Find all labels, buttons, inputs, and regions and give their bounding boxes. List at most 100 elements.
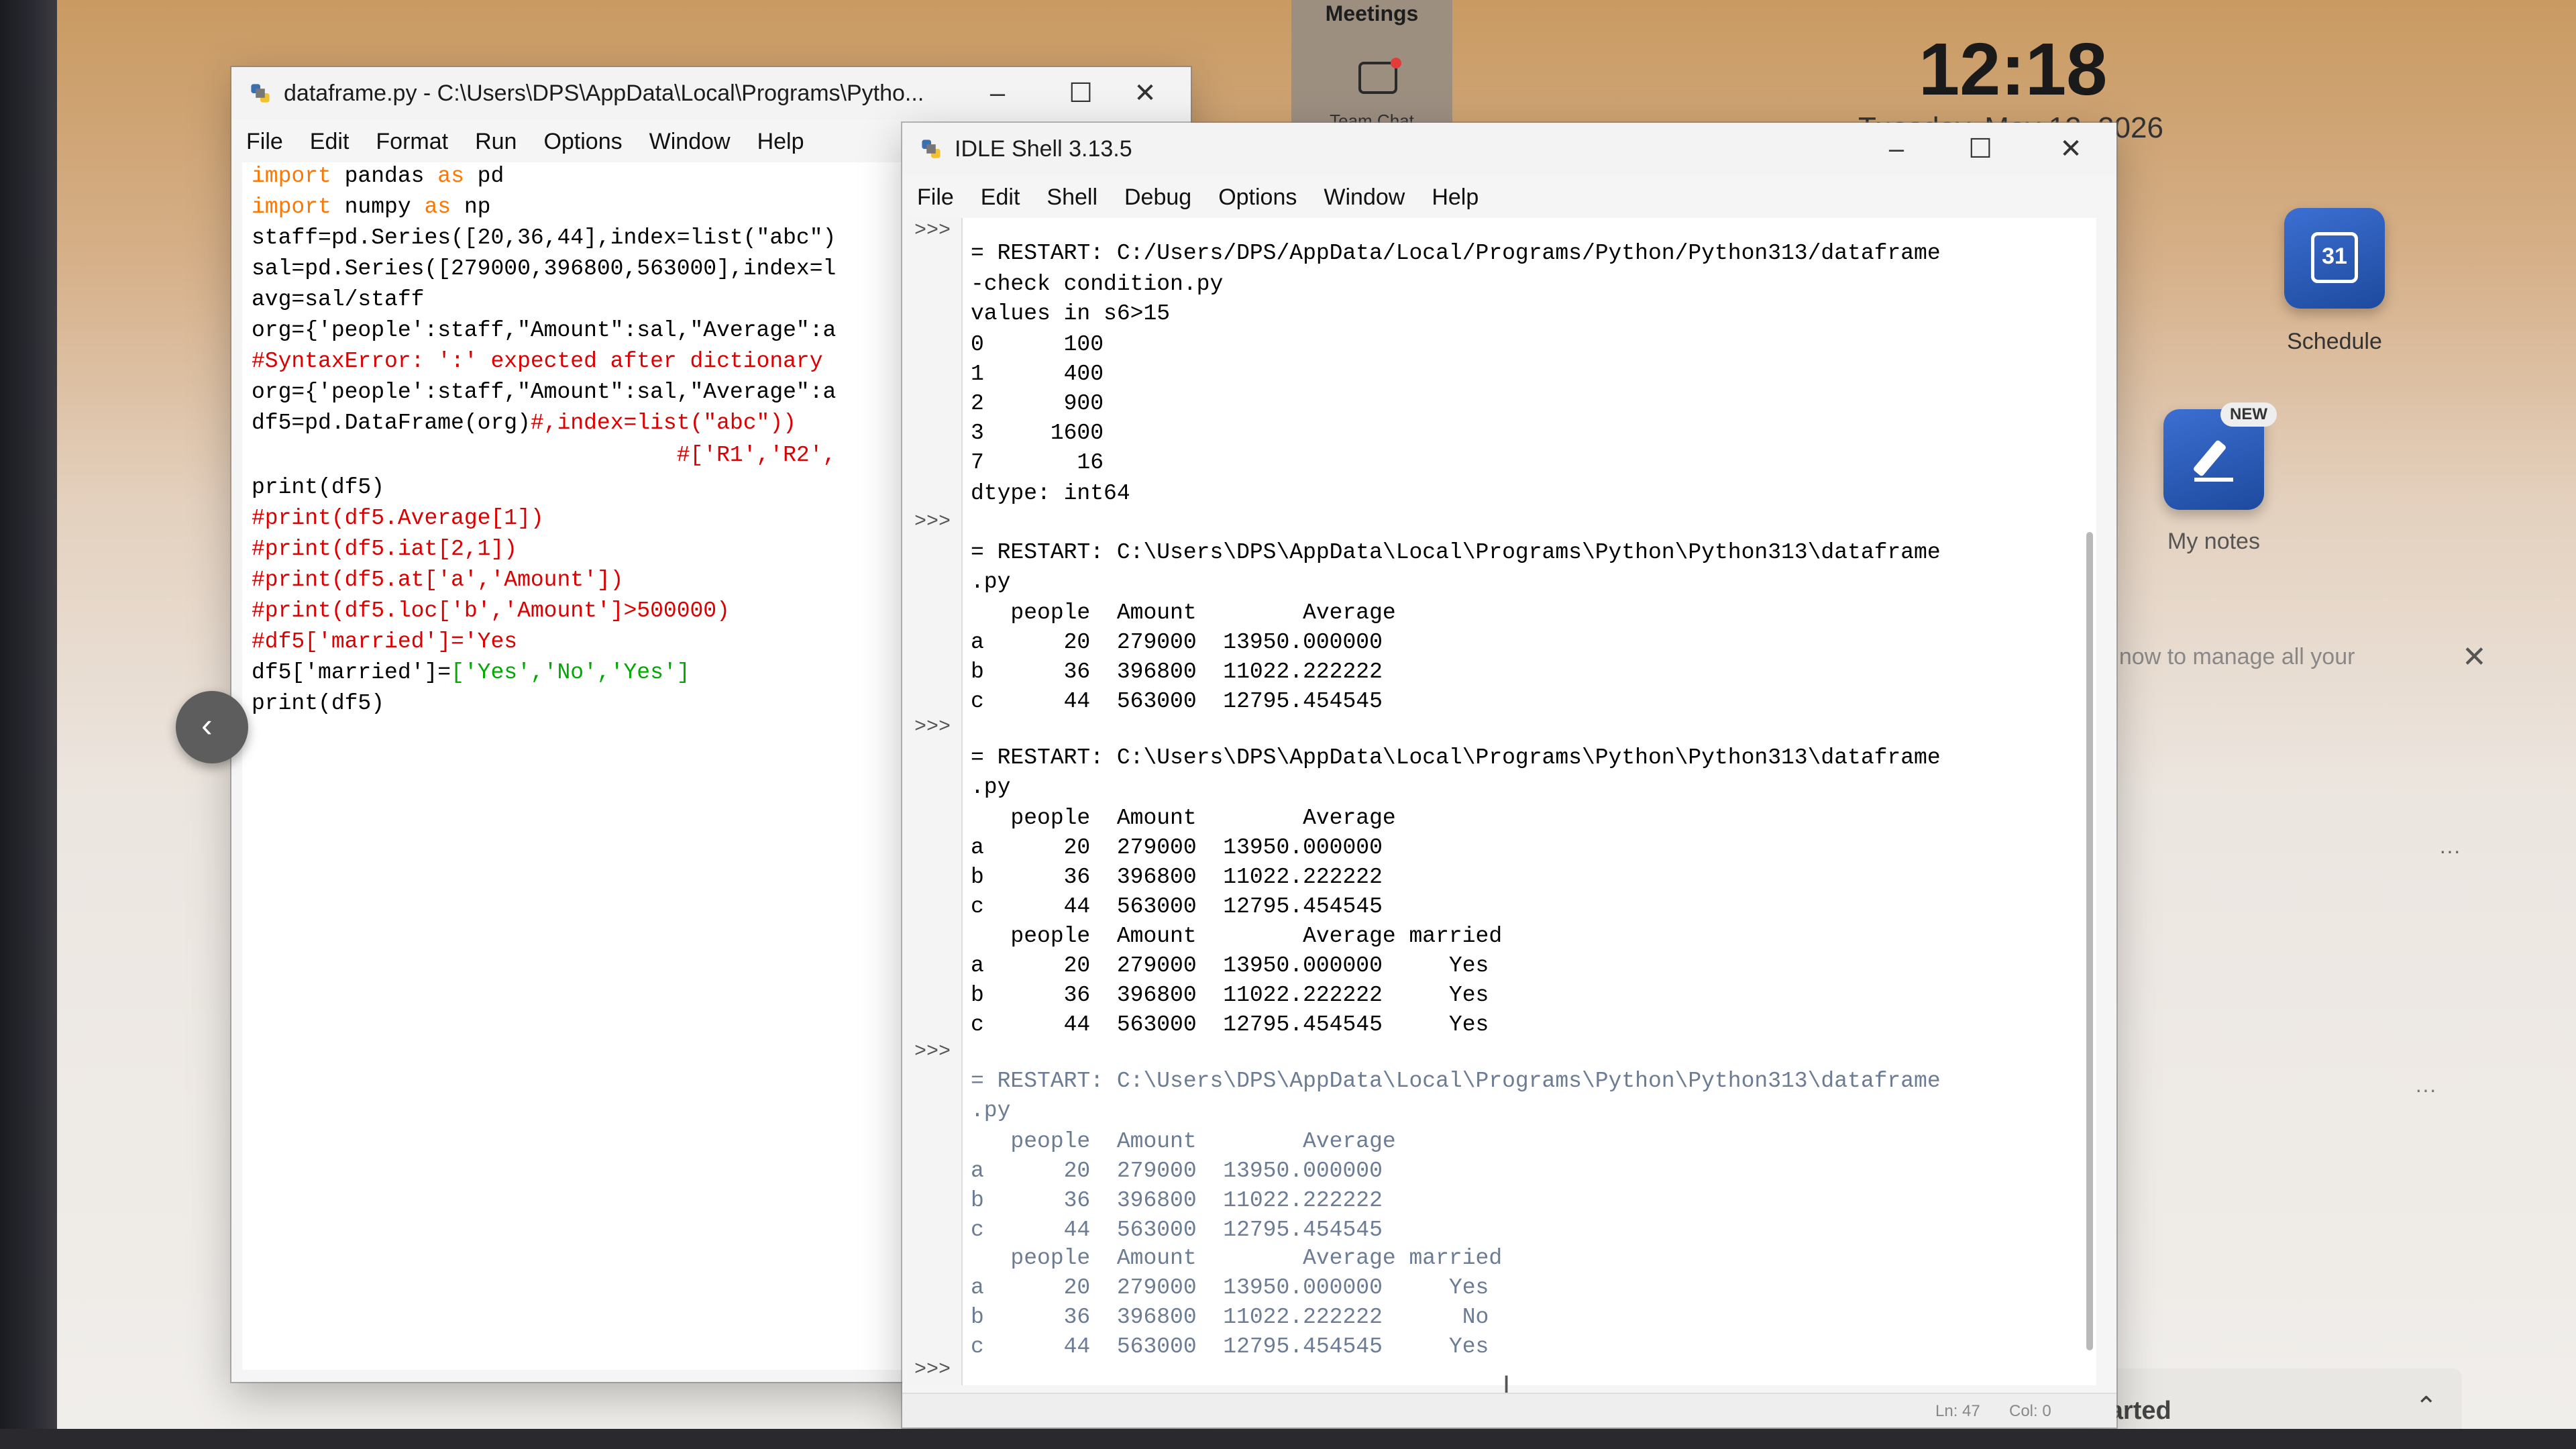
code-token: ['Yes','No','Yes'] [451,660,690,685]
code-line: #SyntaxError: ':' expected after diction… [252,349,823,374]
notification-dot-icon [1391,58,1401,68]
calendar-day: 31 [2322,244,2347,269]
code-token: as [424,195,451,219]
code-token: import [252,195,331,219]
shell-scrollbar[interactable] [2086,532,2093,1350]
shell-output[interactable]: = RESTART: C:/Users/DPS/AppData/Local/Pr… [963,218,2096,1385]
code-line: #print(df5.iat[2,1]) [252,537,517,561]
menu-window[interactable]: Window [1324,184,1405,211]
code-line: org={'people':staff,"Amount":sal,"Averag… [252,380,836,405]
my-notes-label: My notes [2167,529,2260,554]
close-button[interactable]: ✕ [1104,67,1187,119]
shell-output-line: 3 1600 [971,421,1104,445]
meetings-tile[interactable]: Meetings Team Chat [1291,0,1452,134]
code-token: #,index=list("abc")) [530,411,796,435]
shell-output-line: a 20 279000 13950.000000 [971,1159,1383,1183]
menu-options[interactable]: Options [1218,184,1297,211]
shell-output-line: values in s6>15 [971,301,1171,326]
shell-output-line: = RESTART: C:\Users\DPS\AppData\Local\Pr… [971,1069,1941,1093]
status-bar: Ln: 47 Col: 0 [902,1393,2116,1428]
code-token: #['R1','R2', [252,443,837,468]
code-line: org={'people':staff,"Amount":sal,"Averag… [252,318,836,343]
close-notification-icon[interactable]: ✕ [2462,640,2487,674]
back-button[interactable]: ‹ [176,691,248,763]
minimize-button[interactable]: – [956,67,1039,119]
menu-edit[interactable]: Edit [981,184,1020,211]
shell-output-line: .py [971,570,1011,594]
code-token: as [437,164,464,189]
chevron-up-icon[interactable]: ⌃ [2415,1391,2438,1422]
status-col: Col: 0 [2009,1402,2051,1420]
code-token: sal=pd.Series([279000,396800,563000],ind… [252,256,837,281]
code-line: #['R1','R2', [252,443,837,468]
code-line: #print(df5.at['a','Amount']) [252,568,624,592]
status-line: Ln: 47 [1935,1402,1980,1420]
code-token: staff=pd.Series([20,36,44],index=list("a… [252,225,837,250]
shell-output-line: b 36 396800 11022.222222 Yes [971,983,1489,1008]
notification-text: t now to manage all your [2106,644,2355,669]
shell-output-line: a 20 279000 13950.000000 [971,630,1383,655]
shell-output-line: = RESTART: C:\Users\DPS\AppData\Local\Pr… [971,540,1941,565]
shell-prompts: >>> >>> >>> >>> >>> [908,218,961,1385]
code-token: #print(df5.at['a','Amount']) [252,568,624,592]
shell-output-line: c 44 563000 12795.454545 Yes [971,1012,1489,1037]
code-token: print(df5) [252,691,385,716]
menu-file[interactable]: File [246,129,283,155]
new-badge: NEW [2220,402,2277,427]
more-icon-2[interactable]: ··· [2415,1077,2436,1102]
shell-output-line: c 44 563000 12795.454545 [971,689,1383,714]
shell-prompt: >>> [914,716,951,739]
shell-title: IDLE Shell 3.13.5 [955,136,1132,162]
code-token: np [451,195,491,219]
shell-output-line: c 44 563000 12795.454545 Yes [971,1334,1489,1359]
shell-window[interactable]: IDLE Shell 3.13.5 – ☐ ✕ File Edit Shell Deb… [902,123,2116,1428]
code-token: #df5['married']='Yes [252,629,518,654]
close-button[interactable]: ✕ [2029,123,2112,175]
shell-prompt: >>> [914,1358,951,1381]
meetings-title: Meetings [1325,1,1419,25]
code-token: df5['married']= [252,660,451,685]
shell-output-line: people Amount Average [971,1129,1396,1154]
menu-help[interactable]: Help [1432,184,1479,211]
code-line: #print(df5.loc['b','Amount']>500000) [252,598,730,623]
shell-output-line: -check condition.py [971,272,1224,297]
menu-shell[interactable]: Shell [1046,184,1097,211]
code-line: #df5['married']='Yes [252,629,517,654]
shell-output-line: b 36 396800 11022.222222 [971,1188,1383,1213]
code-token: numpy [331,195,425,219]
get-started-card[interactable]: started ⌃ [2073,1368,2462,1436]
minimize-button[interactable]: – [1855,123,1938,175]
shell-output-line: people Amount Average [971,600,1396,625]
code-line: #print(df5.Average[1]) [252,506,544,531]
menu-window[interactable]: Window [649,129,731,155]
menu-edit[interactable]: Edit [310,129,350,155]
menu-options[interactable]: Options [543,129,622,155]
shell-output-line: c 44 563000 12795.454545 [971,894,1383,919]
menu-debug[interactable]: Debug [1124,184,1191,211]
code-line: import pandas as pd [252,164,504,189]
monitor-bezel [0,0,57,1449]
code-line: avg=sal/staff [252,287,424,312]
code-line: import numpy as np [252,195,490,219]
shell-output-line: dtype: int64 [971,481,1130,506]
more-icon[interactable]: ··· [2439,839,2461,863]
menu-format[interactable]: Format [376,129,448,155]
pencil-icon [2192,439,2233,482]
menu-help[interactable]: Help [757,129,804,155]
shell-output-line: 7 16 [971,450,1104,475]
schedule-icon[interactable]: 31 [2284,208,2385,309]
code-token: avg=sal/staff [252,287,425,312]
shell-output-line: c 44 563000 12795.454545 [971,1218,1383,1242]
shell-output-line: .py [971,1098,1011,1123]
code-token: #print(df5.loc['b','Amount']>500000) [252,598,730,623]
monitor-bezel-bottom [0,1429,2576,1449]
shell-output-line: a 20 279000 13950.000000 [971,835,1383,860]
shell-output-line: .py [971,775,1011,800]
code-token: pandas [331,164,438,189]
menu-run[interactable]: Run [475,129,517,155]
shell-prompt: >>> [914,1040,951,1063]
shell-menubar: File Edit Shell Debug Options Window Help [902,176,2116,218]
maximize-button[interactable]: ☐ [1939,123,2022,175]
menu-file[interactable]: File [917,184,954,211]
shell-output-line: a 20 279000 13950.000000 Yes [971,1275,1489,1300]
